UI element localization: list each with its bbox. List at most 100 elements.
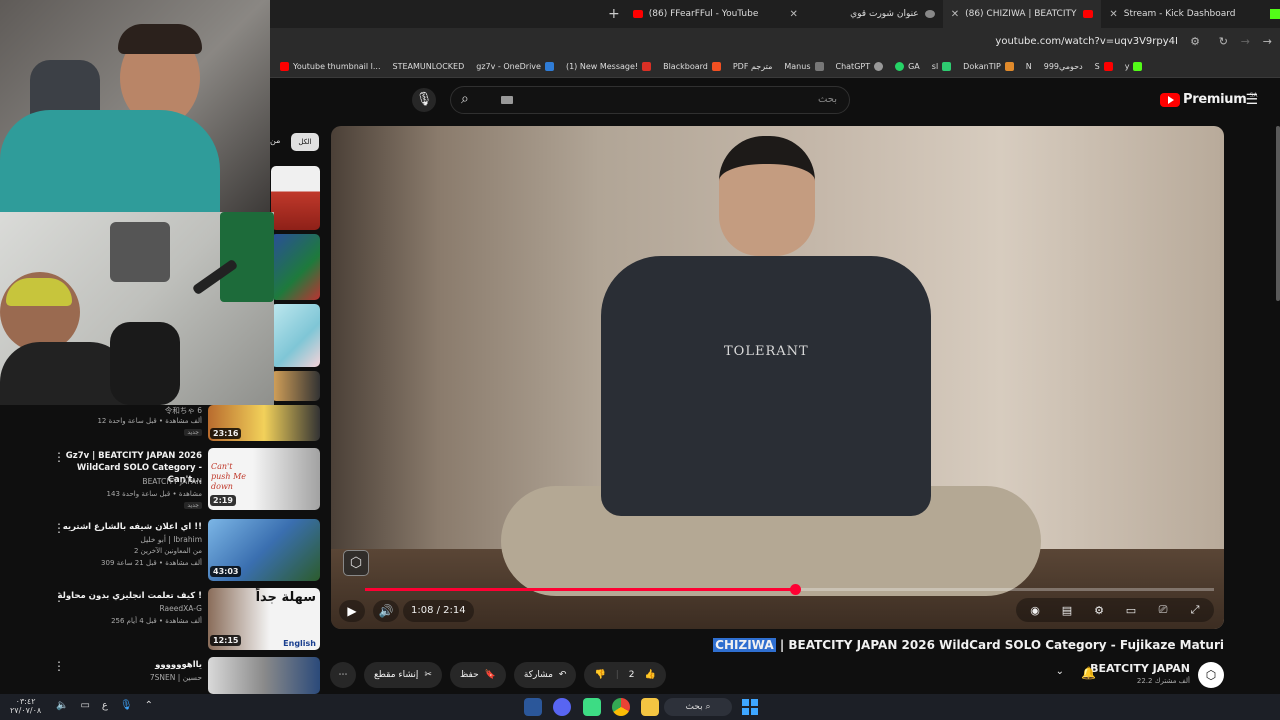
chrome-icon[interactable] [612,698,630,716]
video-person-head [719,136,815,256]
time-display: 1:08 / 2:14 [403,600,474,622]
save-button[interactable]: حفظ 🔖 [449,662,506,688]
theater-mode-icon[interactable]: ▭ [1118,604,1144,617]
close-tab-icon[interactable]: ✕ [1109,9,1117,20]
subscriber-count: 22.2 ألف مشترك [1136,677,1190,685]
thumbnail[interactable] [271,234,320,300]
volume-icon[interactable]: 🔊 [373,600,399,622]
list-item[interactable]: 23:16 令和ちゃ 6 12 ألف مشاهدة • قبل ساعة وا… [0,405,320,445]
autoplay-toggle-icon[interactable]: ◉ [1022,604,1048,617]
voice-search-icon[interactable]: 🎙 [412,88,436,112]
list-item[interactable]: ⋮ يااهوووووو 7SNEN | حسين [0,657,320,694]
bookmark-item[interactable]: Blackboard [657,62,727,71]
reload-icon[interactable]: ↻ [1219,35,1228,48]
search-input[interactable]: ⌕ بحث [450,86,850,114]
app-icon[interactable] [524,698,542,716]
bookmark-item[interactable]: y [1119,62,1149,71]
app-icon[interactable] [583,698,601,716]
chip-from[interactable]: من [270,136,280,145]
list-item[interactable]: ⋮ سهلة جداً English 12:15 كيف تعلمت انجل… [0,588,320,652]
keyboard-icon[interactable] [501,96,513,104]
video-title: CHIZIWA | BEATCITY JAPAN 2026 WildCard S… [713,638,1224,652]
bookmark-item[interactable]: PDF مترجم [727,62,779,71]
like-icon[interactable]: 👍 [644,670,655,680]
progress-fill [365,588,796,591]
webcam-bottom [0,212,274,405]
bookmark-item[interactable]: ChatGPT [830,62,890,71]
share-button[interactable]: مشاركة ↶ [513,662,577,688]
tab-kick-dashboard[interactable]: ✕ Stream - Kick Dashboard [1101,0,1250,28]
network-icon[interactable]: ▭ [80,700,89,711]
shirt-text: TOLERANT [724,344,809,359]
list-item[interactable]: ⋮ 43:03 اي اعلان شيفه بالشارع اشتريه !! … [0,519,320,583]
kick-favicon-icon [1270,9,1280,19]
bookmark-item[interactable]: STEAMUNLOCKED [387,62,471,71]
watermark-icon[interactable]: ⬡ [343,550,369,576]
forward-icon[interactable]: → [1241,35,1250,48]
new-tab-button[interactable]: + [603,6,625,22]
settings-icon[interactable]: ⚙ [1086,604,1112,617]
progress-bar[interactable] [365,584,1214,595]
fullscreen-icon[interactable]: ⤢ [1182,603,1208,617]
mic-tray-icon[interactable]: 🎙 [120,700,133,711]
youtube-favicon-icon [1083,10,1094,18]
back-icon[interactable]: → [1263,35,1272,48]
folder-icon[interactable] [641,698,659,716]
scissors-icon: ✂ [424,670,432,680]
thumbnail[interactable] [271,166,320,230]
url-field[interactable]: youtube.com/watch?v=uqv3V9rpy4I [995,36,1178,47]
thumbnail[interactable] [271,304,320,367]
bookmark-item[interactable]: Manus [778,62,829,71]
tab-short-title[interactable]: عنوان شورت قوي [804,0,943,28]
webcam-top [0,0,270,220]
bookmark-item[interactable]: (1) New Message! [560,62,657,71]
thumbnail[interactable] [208,657,320,694]
player-right-controls: ◉ ▤ ⚙ ▭ ⎚ ⤢ [1016,598,1214,622]
list-item[interactable]: ⋮ Can't push Me down 2:19 Gz7v | BEATCIT… [0,448,320,512]
language-indicator[interactable]: ع [102,700,108,711]
bookmark-item[interactable]: GA [889,62,926,71]
bookmark-item[interactable]: Youtube thumbnail l... [274,62,387,71]
youtube-premium-logo[interactable]: Premium SA [1160,92,1258,107]
tab-chiziwa[interactable]: ✕ (86) CHIZIWA | BEATCITY JAPAN [942,0,1102,28]
play-button[interactable]: ▶ [339,600,365,622]
channel-name[interactable]: BEATCITY JAPAN [1090,662,1190,675]
thumbnail[interactable] [271,371,320,401]
youtube-favicon-icon [632,10,643,18]
site-settings-icon[interactable]: ⚙ [1190,35,1200,48]
chevron-down-icon[interactable]: ⌄ [1056,666,1064,677]
cast-icon[interactable]: ⎚ [1150,603,1176,617]
bookmark-item[interactable]: DokanTIP [957,62,1020,71]
menu-icon[interactable]: ☰ [1245,92,1258,108]
bell-icon[interactable]: 🔔 [1081,666,1096,680]
bookmark-item[interactable]: N [1020,62,1038,71]
close-tab-icon[interactable]: ✕ [951,9,959,20]
chip-all[interactable]: الكل [291,133,319,151]
bookmark-item[interactable]: sl [926,62,957,71]
windows-start-icon[interactable] [742,699,758,715]
browser-tab-strip: + (86) FFearFFul - YouTube ✕ عنوان شورت … [270,0,1280,28]
video-person-body [601,256,931,516]
video-player[interactable]: TOLERANT ⬡ ▶ 🔊 1:08 / 2:14 ◉ ▤ ⚙ ▭ ⎚ ⤢ [331,126,1224,629]
channel-avatar[interactable]: ⬡ [1198,662,1224,688]
more-actions-button[interactable]: ⋯ [330,662,356,688]
taskbar-search[interactable]: بحث ⌕ [664,698,732,716]
page-scrollbar[interactable] [1276,126,1280,301]
volume-icon[interactable]: 🔈 [56,700,68,711]
bookmark-item[interactable]: 999دحومي [1038,62,1089,71]
youtube-logo-icon [1160,92,1180,107]
discord-icon[interactable] [553,698,571,716]
dislike-icon[interactable]: 👎 [594,670,605,680]
subtitles-icon[interactable]: ▤ [1054,604,1080,617]
like-dislike-group: 👎 | 2 👍 [584,662,666,688]
clip-button[interactable]: إنشاء مقطع ✂ [364,662,442,688]
chevron-up-icon[interactable]: ⌃ [145,700,153,711]
close-tab-icon[interactable]: ✕ [783,9,803,20]
bookmark-item[interactable]: gz7v - OneDrive [470,62,560,71]
bookmark-icon: 🔖 [484,670,496,680]
clock[interactable]: ٠٣:٤٢ ٢٧/٠٧/٠٨ [10,697,41,715]
taskbar: ٠٣:٤٢ ٢٧/٠٧/٠٨ 🔈 ▭ ع 🎙 ⌃ بحث ⌕ [0,694,1280,720]
bookmark-item[interactable]: S [1089,62,1119,71]
tab-ffearfful[interactable]: (86) FFearFFul - YouTube [625,0,784,28]
search-icon[interactable]: ⌕ [461,91,469,107]
